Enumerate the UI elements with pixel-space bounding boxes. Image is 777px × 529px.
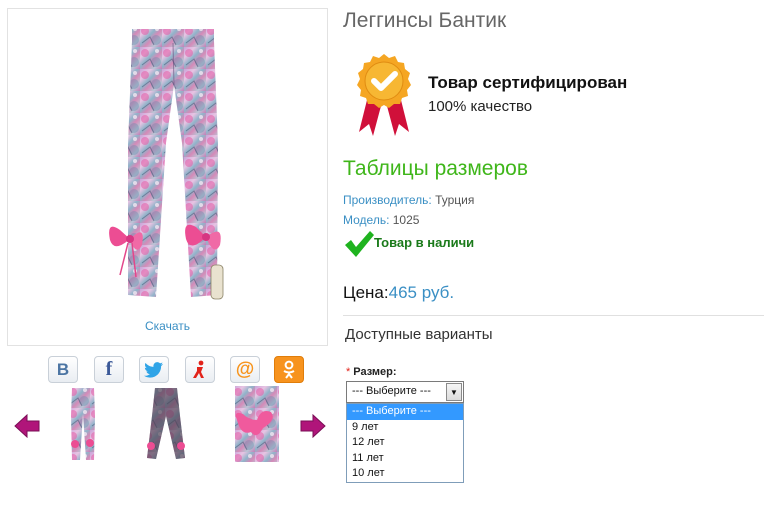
download-link[interactable]: Скачать — [8, 319, 327, 333]
chevron-down-icon[interactable]: ▼ — [446, 383, 462, 401]
thumbnail-1[interactable] — [68, 386, 98, 462]
divider — [343, 315, 764, 316]
odnoklassniki-share-icon[interactable] — [274, 356, 304, 383]
manufacturer-label[interactable]: Производитель: — [343, 193, 432, 207]
model-row: Модель: 1025 — [343, 213, 419, 227]
stock-status: Товар в наличи — [374, 235, 475, 250]
model-label[interactable]: Модель: — [343, 213, 389, 227]
in-stock-check-icon — [345, 231, 374, 257]
certified-badge-icon — [357, 54, 411, 136]
twitter-share-icon[interactable] — [139, 356, 169, 383]
vk-share-icon[interactable]: B — [48, 356, 78, 383]
thumbs-next-arrow-icon[interactable] — [300, 414, 326, 438]
price-label: Цена: — [343, 283, 389, 302]
manufacturer-value: Турция — [431, 193, 475, 207]
size-option[interactable]: 9 лет — [347, 420, 463, 436]
thumbnail-2[interactable] — [143, 386, 189, 462]
manufacturer-row: Производитель: Турция — [343, 193, 474, 207]
product-title: Леггинсы Бантик — [343, 9, 507, 32]
certificate-title: Товар сертифицирован — [428, 73, 628, 92]
required-mark: * — [346, 366, 351, 378]
size-dropdown-list: --- Выберите --- 9 лет 12 лет 11 лет 10 … — [346, 403, 464, 483]
leggings-image — [109, 29, 224, 300]
size-label-text: Размер: — [353, 366, 397, 378]
size-option[interactable]: 11 лет — [347, 451, 463, 467]
thumbs-prev-arrow-icon[interactable] — [14, 414, 40, 438]
size-select-value: --- Выберите --- — [352, 385, 431, 397]
mailru-share-icon[interactable]: @ — [230, 356, 260, 383]
size-label: * Размер: — [346, 366, 397, 378]
variants-title: Доступные варианты — [345, 326, 493, 343]
price-value: 465 руб. — [388, 283, 455, 302]
size-table-link[interactable]: Таблицы размеров — [343, 157, 528, 181]
certificate-subtitle: 100% качество — [428, 98, 533, 115]
size-option[interactable]: --- Выберите --- — [347, 404, 463, 420]
facebook-share-icon[interactable]: f — [94, 356, 124, 383]
size-select[interactable]: --- Выберите --- ▼ — [346, 381, 464, 403]
thumbnail-3[interactable] — [233, 386, 281, 462]
moimir-share-icon[interactable] — [185, 356, 215, 383]
product-main-image[interactable]: Скачать — [7, 8, 328, 346]
size-option[interactable]: 12 лет — [347, 435, 463, 451]
model-value: 1025 — [389, 213, 420, 227]
price-row: Цена:465 руб. — [343, 283, 454, 303]
size-option[interactable]: 10 лет — [347, 466, 463, 482]
